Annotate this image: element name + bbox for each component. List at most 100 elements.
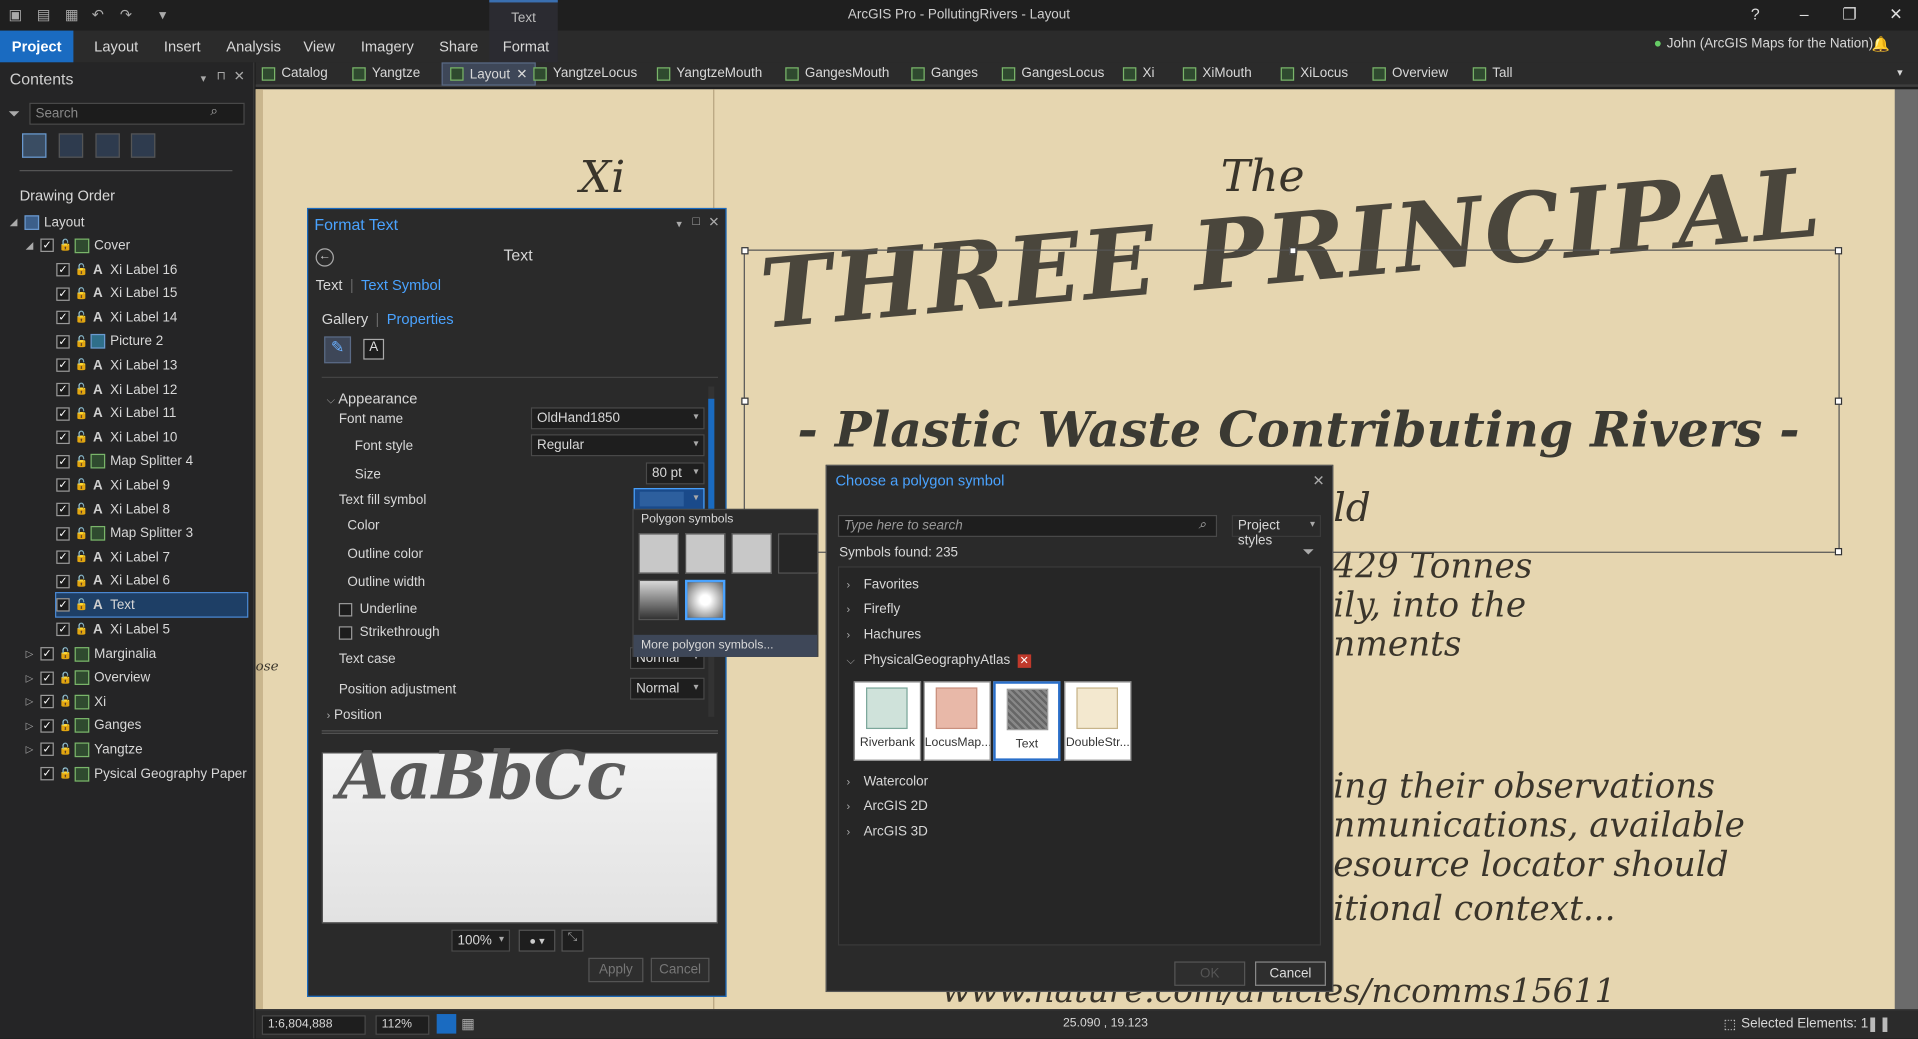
tree-cover-item[interactable]: ✓ 🔓 Map Splitter 3 [56, 522, 193, 545]
expand-icon[interactable]: ▷ [26, 744, 36, 755]
maximize-icon[interactable]: □ [692, 215, 699, 228]
visibility-checkbox[interactable]: ✓ [40, 766, 54, 781]
doctab-ganges[interactable]: Ganges [911, 66, 978, 81]
tree-cover[interactable]: ◢ ✓ 🔓 Cover [26, 234, 130, 257]
visibility-checkbox[interactable]: ✓ [40, 238, 54, 252]
visibility-checkbox[interactable]: ✓ [56, 574, 70, 589]
pause-icon[interactable]: ❚❚ [1867, 1015, 1892, 1032]
visibility-checkbox[interactable]: ✓ [56, 286, 70, 301]
visibility-checkbox[interactable]: ✓ [40, 671, 54, 685]
lock-icon[interactable]: 🔓 [75, 407, 89, 419]
zoom-box[interactable]: 112% [375, 1015, 430, 1035]
tab-gallery[interactable]: Gallery [322, 311, 369, 328]
restore-button[interactable]: ❐ [1831, 5, 1868, 25]
lock-icon[interactable]: 🔓 [75, 599, 89, 611]
tree-cover-item[interactable]: ✓ 🔓 A Xi Label 8 [56, 498, 170, 521]
lock-icon[interactable]: 🔓 [75, 527, 89, 539]
list-by-map-icon[interactable] [95, 133, 120, 158]
swatch-gray-2[interactable] [684, 533, 726, 574]
tree-cover-item[interactable]: ✓ 🔓 Map Splitter 4 [56, 450, 193, 473]
collapse-icon[interactable]: ◢ [10, 217, 20, 228]
visibility-checkbox[interactable]: ✓ [56, 478, 70, 493]
tree-cover-item[interactable]: ✓ 🔓 A Xi Label 12 [56, 378, 177, 401]
group-arcgis-2d[interactable]: › ArcGIS 2D [846, 799, 927, 814]
group-favorites[interactable]: › Favorites [846, 577, 918, 592]
strikethrough-option[interactable]: Strikethrough [338, 625, 440, 640]
visibility-checkbox[interactable]: ✓ [56, 430, 70, 445]
tree-top-item[interactable]: ✓ 🔒 Pysical Geography Paper [26, 762, 247, 785]
tab-analysis[interactable]: Analysis [226, 38, 281, 55]
doctab-xilocus[interactable]: XiLocus [1280, 66, 1348, 81]
tab-text[interactable]: Text [316, 276, 343, 293]
user-account[interactable]: ● John (ArcGIS Maps for the Nation) [1654, 37, 1873, 52]
resize-handle[interactable] [1289, 247, 1297, 255]
lock-icon[interactable]: 🔓 [59, 239, 73, 251]
remove-style-icon[interactable]: ✕ [1017, 653, 1031, 668]
search-icon[interactable]: ⌕ [210, 104, 218, 120]
symbol-locusmap[interactable]: LocusMap... [923, 681, 991, 761]
lock-icon[interactable]: 🔓 [75, 479, 89, 491]
tab-text-symbol[interactable]: Text Symbol [361, 276, 441, 293]
lock-icon[interactable]: 🔓 [75, 264, 89, 275]
resize-handle[interactable] [741, 397, 749, 405]
grid-icon[interactable]: ▦ [461, 1015, 475, 1032]
font-style-dropdown[interactable]: Regular ▾ [530, 434, 705, 457]
map-label-xi[interactable]: Xi [580, 153, 625, 203]
tab-imagery[interactable]: Imagery [361, 38, 414, 55]
visibility-checkbox[interactable]: ✓ [56, 382, 70, 397]
visibility-checkbox[interactable]: ✓ [56, 310, 70, 325]
tab-view[interactable]: View [303, 38, 335, 55]
position-section[interactable]: › Position [327, 708, 382, 723]
visibility-checkbox[interactable]: ✓ [56, 334, 70, 349]
visibility-checkbox[interactable]: ✓ [56, 502, 70, 517]
font-name-dropdown[interactable]: OldHand1850 ▾ [530, 407, 705, 430]
snapping-icon[interactable] [436, 1014, 457, 1034]
tree-root-layout[interactable]: ◢ Layout [10, 210, 85, 233]
pin-icon[interactable]: ⊓ [217, 70, 227, 83]
doctab-yangtzelocus[interactable]: YangtzeLocus [533, 66, 637, 81]
filter-icon[interactable]: ⏷ [9, 105, 21, 123]
tree-cover-item[interactable]: ✓ 🔓 A Xi Label 14 [56, 306, 177, 329]
expand-icon[interactable]: ▷ [26, 696, 36, 707]
visibility-checkbox[interactable]: ✓ [56, 622, 70, 637]
expand-icon[interactable]: ▷ [26, 672, 36, 683]
doctab-layout[interactable]: Layout ✕ [441, 62, 537, 86]
tree-cover-item[interactable]: ✓ 🔓 A Text [55, 592, 249, 619]
visibility-checkbox[interactable]: ✓ [56, 262, 70, 277]
tab-insert[interactable]: Insert [164, 38, 201, 55]
group-physicalgeographyatlas[interactable]: ⌵ PhysicalGeographyAtlas ✕ [846, 653, 1031, 668]
lock-icon[interactable]: 🔓 [75, 359, 89, 371]
visibility-checkbox[interactable]: ✓ [40, 742, 54, 757]
lock-icon[interactable]: 🔓 [59, 648, 73, 659]
group-arcgis-3d[interactable]: › ArcGIS 3D [846, 824, 927, 839]
lock-icon[interactable]: 🔓 [59, 696, 73, 707]
scale-box[interactable]: 1:6,804,888 [261, 1015, 366, 1035]
position-adjustment-dropdown[interactable]: Normal ▾ [629, 677, 705, 700]
visibility-checkbox[interactable]: ✓ [56, 358, 70, 373]
doctab-yangtze[interactable]: Yangtze [352, 66, 420, 81]
doctab-yangtzemouth[interactable]: YangtzeMouth [656, 66, 762, 81]
tab-share[interactable]: Share [439, 38, 478, 55]
lock-icon[interactable]: 🔓 [75, 383, 89, 395]
visibility-checkbox[interactable]: ✓ [56, 406, 70, 421]
visibility-checkbox[interactable]: ✓ [40, 718, 54, 733]
pane-menu-icon[interactable]: ▾ [201, 72, 207, 85]
tree-cover-item[interactable]: ✓ 🔓 A Xi Label 16 [56, 258, 177, 281]
preview-zoom-dropdown[interactable]: 100% ▾ [451, 929, 511, 952]
tree-top-item[interactable]: ▷ ✓ 🔓 Marginalia [26, 642, 157, 665]
tree-cover-item[interactable]: ✓ 🔓 A Xi Label 9 [56, 474, 170, 497]
tree-cover-item[interactable]: ✓ 🔓 A Xi Label 13 [56, 354, 177, 377]
cancel-button[interactable]: Cancel [650, 957, 710, 983]
tree-cover-item[interactable]: ✓ 🔓 A Xi Label 6 [56, 570, 170, 593]
close-pane-icon[interactable]: ✕ [708, 214, 719, 230]
cancel-button[interactable]: Cancel [1255, 961, 1326, 986]
text-fill-symbol-button[interactable]: ▾ [633, 488, 705, 511]
visibility-checkbox[interactable]: ✓ [56, 526, 70, 541]
tree-cover-item[interactable]: ✓ 🔓 Picture 2 [56, 330, 163, 353]
close-pane-icon[interactable]: ✕ [234, 68, 245, 85]
swatch-gradient[interactable] [638, 579, 679, 621]
symbol-doublestr[interactable]: DoubleStr... [1064, 681, 1132, 761]
notification-icon[interactable]: 🔔 [1871, 35, 1889, 52]
visibility-checkbox[interactable]: ✓ [56, 598, 70, 613]
collapse-icon[interactable]: ◢ [26, 240, 36, 251]
